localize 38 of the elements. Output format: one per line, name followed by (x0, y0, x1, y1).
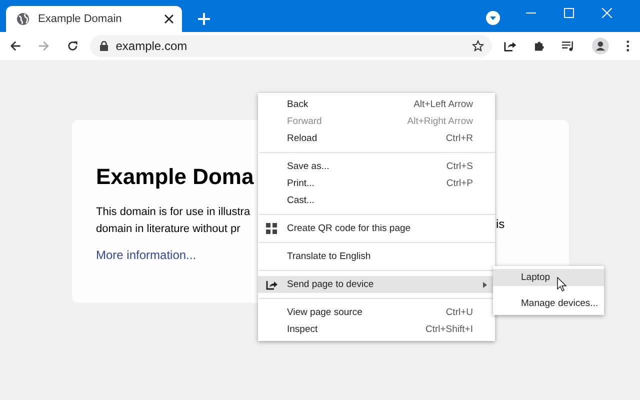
back-icon[interactable] (10, 40, 22, 52)
paragraph-line: domain in literature without pr (96, 222, 240, 237)
qr-code-icon (266, 223, 277, 234)
close-icon[interactable] (164, 14, 174, 24)
paragraph-line: This domain is for use in illustra (96, 205, 250, 220)
page-heading: Example Doma (96, 164, 254, 190)
new-tab-icon[interactable] (198, 13, 210, 25)
more-info-link[interactable]: More information... (96, 248, 196, 262)
menu-item[interactable]: Send page to device (258, 276, 495, 293)
share-icon[interactable] (504, 40, 518, 52)
share-icon (266, 280, 278, 290)
menu-item[interactable]: Print... Ctrl+P (258, 175, 495, 192)
menu-item[interactable]: Inspect Ctrl+Shift+I (258, 321, 495, 338)
menu-item[interactable]: View page source Ctrl+U (258, 304, 495, 321)
tab-title: Example Domain (38, 13, 123, 25)
menu-item[interactable]: Reload Ctrl+R (258, 130, 495, 147)
menu-item[interactable]: Manage devices... (493, 295, 604, 312)
paragraph-fragment: is (496, 216, 505, 233)
puzzle-icon[interactable] (534, 40, 546, 52)
avatar-icon[interactable] (592, 37, 610, 55)
menu-item[interactable]: Save as... Ctrl+S (258, 158, 495, 175)
dropdown-icon[interactable] (486, 11, 500, 25)
menu-item[interactable]: Translate to English (258, 248, 495, 265)
maximize-icon[interactable] (564, 8, 574, 18)
menu-item[interactable]: Back Alt+Left Arrow (258, 96, 495, 113)
playlist-icon[interactable] (562, 40, 576, 52)
browser-tab[interactable]: Example Domain (6, 6, 182, 32)
star-icon[interactable] (472, 40, 484, 52)
menu-item[interactable]: Create QR code for this page (258, 220, 495, 237)
globe-icon (16, 12, 30, 26)
url-text: example.com (116, 39, 188, 53)
address-bar[interactable]: example.com (90, 35, 492, 57)
cursor-icon (557, 277, 567, 292)
lock-icon (100, 41, 108, 51)
menu-icon[interactable] (626, 40, 630, 52)
menu-item[interactable]: Cast... (258, 192, 495, 209)
reload-icon[interactable] (66, 40, 78, 52)
menu-item[interactable]: Laptop (493, 269, 604, 286)
